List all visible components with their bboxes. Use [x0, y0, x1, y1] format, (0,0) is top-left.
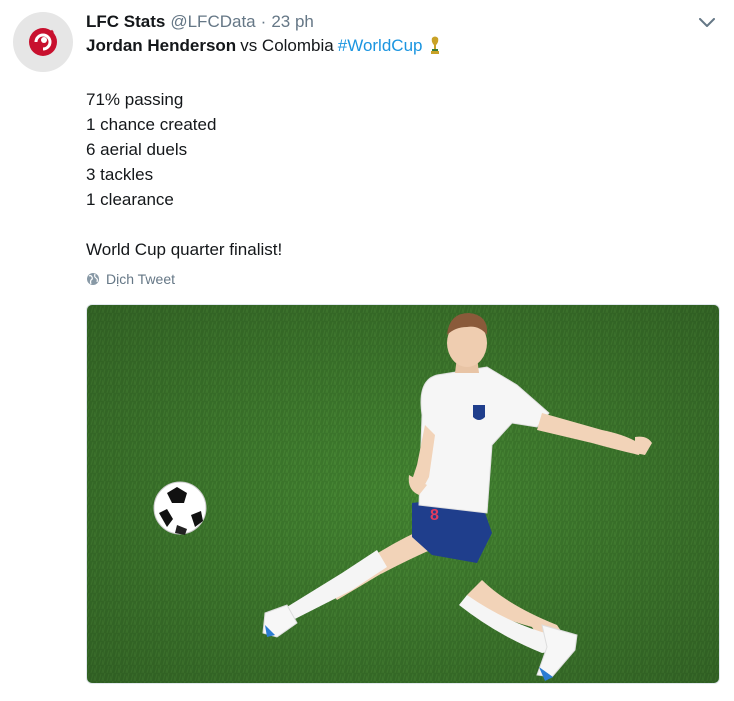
tweet-menu-button[interactable]: [696, 12, 718, 34]
tweet-photo[interactable]: 8: [86, 304, 720, 684]
tweet-body: 71% passing 1 chance created 6 aerial du…: [86, 87, 282, 262]
translate-tweet-link[interactable]: Dịch Tweet: [86, 271, 175, 287]
author-handle[interactable]: @LFCData: [170, 12, 255, 32]
avatar[interactable]: [13, 12, 73, 72]
photo-football-player: 8: [87, 305, 719, 683]
chevron-down-icon: [699, 18, 715, 27]
stat-line: 1 clearance: [86, 190, 174, 209]
football-icon: [153, 481, 207, 535]
tweet-header: LFC Stats @LFCData · 23 ph: [86, 12, 314, 36]
separator-dot: ·: [260, 12, 267, 31]
liverbird-logo-icon: [29, 28, 57, 56]
opponent-text: vs Colombia: [240, 36, 334, 55]
hashtag-link[interactable]: #WorldCup: [338, 36, 423, 56]
author-name[interactable]: LFC Stats: [86, 12, 165, 32]
tweet-headline: Jordan Henderson vs Colombia #WorldCup: [86, 36, 441, 56]
tweet-card[interactable]: LFC Stats @LFCData · 23 ph Jordan Hender…: [0, 0, 734, 701]
jersey-number: 8: [430, 507, 439, 524]
translate-label: Dịch Tweet: [106, 271, 175, 287]
stat-line: 1 chance created: [86, 115, 217, 134]
player-name: Jordan Henderson: [86, 36, 237, 55]
stat-line: 6 aerial duels: [86, 140, 188, 159]
stat-line: 3 tackles: [86, 165, 154, 184]
globe-icon: [87, 273, 99, 285]
tweet-timestamp[interactable]: 23 ph: [271, 12, 314, 32]
world-cup-trophy-icon: [431, 36, 440, 54]
closing-line: World Cup quarter finalist!: [86, 240, 283, 259]
stat-line: 71% passing: [86, 90, 184, 109]
line-break: [86, 212, 282, 237]
